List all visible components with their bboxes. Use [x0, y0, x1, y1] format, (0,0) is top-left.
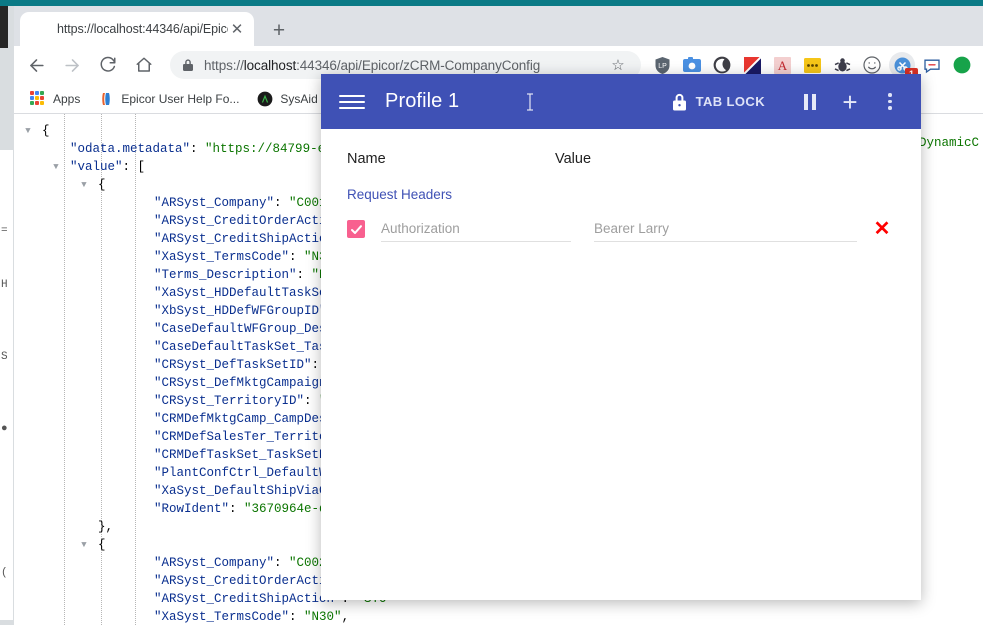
sysaid-icon	[257, 91, 273, 107]
globe-icon	[32, 21, 48, 37]
json-line-text: "XaSyst_TermsCode": "N30",	[154, 250, 349, 264]
section-request-headers: Request Headers	[347, 187, 453, 202]
background-window-content: = H S ● (	[0, 150, 13, 620]
modheader-profile-dialog: Profile 1 TAB LOCK + Name Value Request …	[321, 74, 921, 600]
bookmark-label: Epicor User Help Fo...	[121, 91, 240, 106]
svg-text:A: A	[777, 58, 787, 73]
json-line-text: "ARSyst_Company": "C002",	[154, 556, 342, 570]
json-line-text: {	[98, 178, 106, 192]
hamburger-menu-icon[interactable]	[339, 89, 365, 115]
pause-icon	[804, 93, 816, 110]
json-line: "XaSyst_TermsCode": "N30",	[14, 608, 387, 625]
plus-icon: +	[842, 86, 858, 117]
dialog-header-actions: TAB LOCK +	[671, 85, 907, 119]
header-name-input[interactable]: Authorization	[381, 216, 571, 242]
json-line-text: "XaSyst_TermsCode": "N30",	[154, 610, 350, 624]
lock-icon	[671, 92, 688, 112]
background-window-dark-edge	[0, 6, 8, 48]
pause-button[interactable]	[793, 85, 827, 119]
svg-text:LP: LP	[658, 63, 667, 70]
column-header-name: Name	[347, 151, 386, 167]
json-collapse-arrow[interactable]: ▼	[78, 536, 90, 554]
browser-tab-active[interactable]: https://localhost:44346/api/Epico ✕	[20, 12, 254, 46]
json-line-text: {	[98, 538, 106, 552]
text-cursor-icon	[525, 92, 535, 112]
dialog-body: Name Value Request Headers Authorization…	[321, 129, 921, 242]
close-icon[interactable]: ✕	[228, 20, 246, 38]
kebab-menu-icon	[888, 93, 892, 110]
bookmark-label: Apps	[53, 91, 81, 106]
tab-lock-label: TAB LOCK	[695, 94, 765, 109]
epicor-icon	[98, 91, 114, 107]
bookmark-epicor-user-help[interactable]: Epicor User Help Fo...	[90, 88, 247, 110]
home-icon[interactable]	[129, 50, 159, 80]
profile-name-input[interactable]: Profile 1	[385, 90, 459, 113]
row-enabled-checkbox[interactable]	[347, 220, 365, 238]
json-line-text: "odata.metadata": "https://84799-e10-te	[70, 142, 363, 156]
dialog-header: Profile 1 TAB LOCK +	[321, 74, 921, 129]
json-collapse-arrow[interactable]: ▼	[50, 158, 62, 176]
header-value-input[interactable]: Bearer Larry	[594, 216, 857, 242]
more-options-button[interactable]	[873, 85, 907, 119]
forward-arrow-icon[interactable]	[57, 50, 87, 80]
json-line-text: "value": [	[70, 160, 146, 174]
green-circle-icon[interactable]	[949, 52, 975, 78]
bookmark-star-icon[interactable]: ☆	[607, 54, 629, 76]
tab-strip: https://localhost:44346/api/Epico ✕ +	[14, 6, 983, 46]
column-header-value: Value	[555, 151, 592, 167]
bookmark-apps[interactable]: Apps	[22, 88, 88, 110]
json-line-text: {	[42, 124, 50, 138]
column-headers: Name Value	[347, 151, 895, 167]
delete-row-button[interactable]: ✕	[869, 216, 895, 242]
screen: = H S ● ( https://localhost:44346/api/Ep…	[0, 0, 983, 625]
json-collapse-arrow[interactable]: ▼	[78, 176, 90, 194]
url-text: https://localhost:44346/api/Epicor/zCRM-…	[204, 57, 541, 73]
apps-grid-icon	[30, 90, 46, 107]
new-tab-button[interactable]: +	[266, 17, 292, 43]
lock-icon	[182, 58, 194, 72]
json-collapse-arrow[interactable]: ▼	[22, 122, 34, 140]
tab-title: https://localhost:44346/api/Epico	[57, 22, 228, 36]
json-right-fragment: DynamicC	[918, 136, 979, 150]
tab-lock-button[interactable]: TAB LOCK	[671, 92, 765, 112]
add-profile-button[interactable]: +	[833, 85, 867, 119]
json-line-text: },	[98, 520, 114, 534]
json-line-text: "ARSyst_Company": "C001",	[154, 196, 342, 210]
back-arrow-icon[interactable]	[21, 50, 51, 80]
reload-icon[interactable]	[93, 50, 123, 80]
table-row: Authorization Bearer Larry ✕	[347, 216, 895, 242]
chat-bubble-icon[interactable]	[919, 52, 945, 78]
